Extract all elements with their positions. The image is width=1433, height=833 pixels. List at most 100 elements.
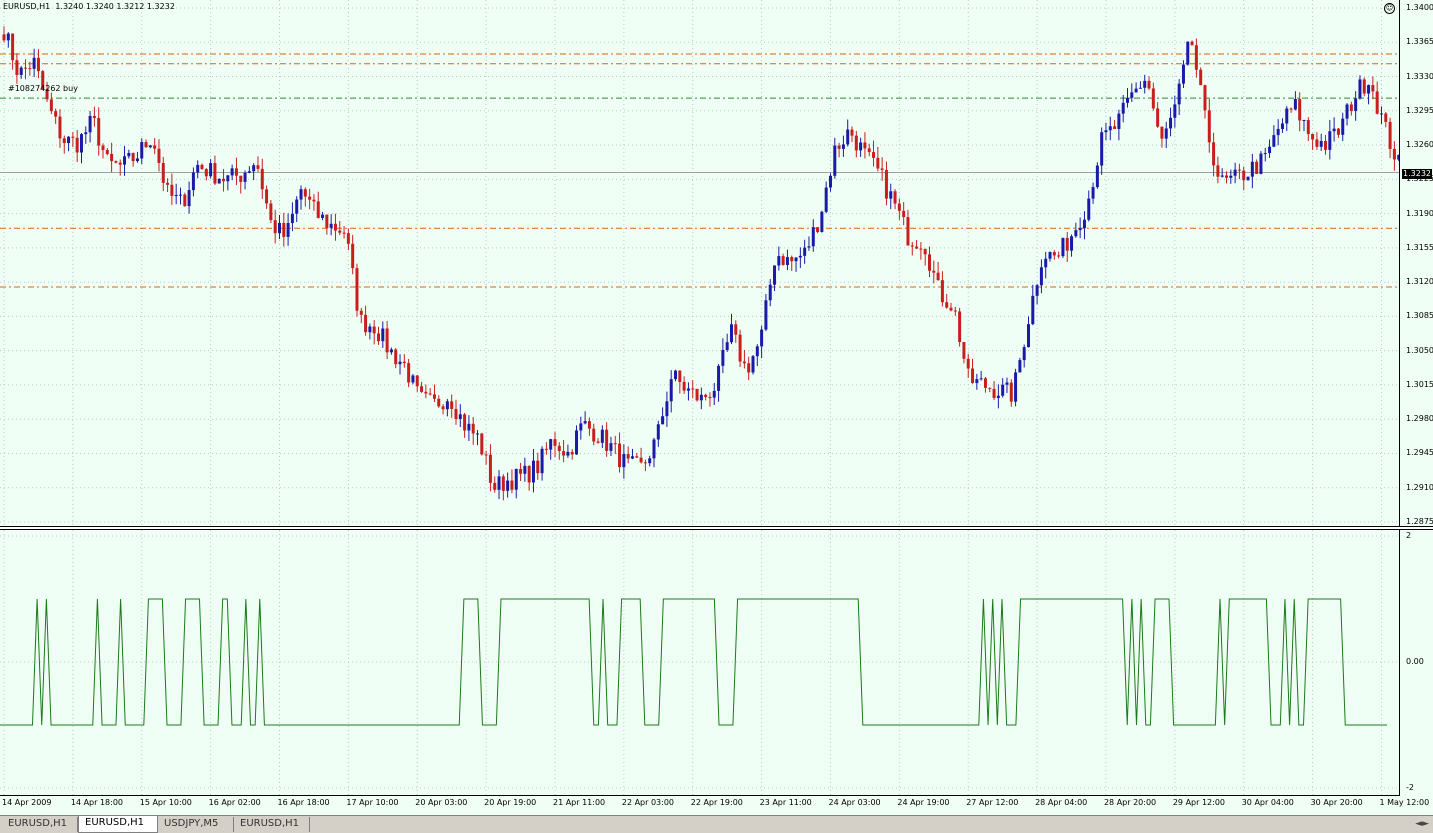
candlestick-chart[interactable] [0,0,1399,526]
candle-body [1237,169,1241,171]
price-tick-label: 1.3190 [1406,208,1433,218]
candle-body [751,356,755,373]
candle [1130,83,1134,103]
time-tick-label: 28 Apr 20:00 [1103,798,1157,807]
candle-body [510,480,514,490]
candle [377,326,381,345]
candle [1212,132,1216,177]
candle [824,181,828,214]
candle [213,155,217,186]
candle-body [1289,108,1293,110]
candle [1156,102,1160,128]
price-tick-label: 1.3050 [1406,345,1433,355]
candle-body [773,265,777,285]
indicator-scale[interactable]: 2 0.00 -2 [1400,530,1433,795]
candle-body [484,454,488,456]
candle-body [794,257,798,262]
candle-body [747,363,751,373]
candle [613,435,617,455]
candle [945,293,949,309]
candle [178,187,182,205]
candle [738,329,742,367]
order-label[interactable]: #108274262 buy [8,84,78,94]
time-tick-label: 15 Apr 10:00 [139,798,192,807]
candle-body [411,375,415,383]
candle-body [213,163,217,184]
candle [880,157,884,181]
candle [79,132,83,164]
candle-body [1293,98,1297,110]
candle [1388,117,1392,159]
candle-body [364,314,368,333]
candle-body [841,144,845,149]
candle [884,161,888,206]
candle-body [846,129,850,145]
candle-body [191,172,195,191]
candle [519,462,523,481]
candle [936,261,940,281]
candle-body [1156,108,1160,127]
candle-body [252,165,256,172]
candle-body [32,57,36,69]
candle [630,448,634,460]
candle [333,213,337,241]
candle-body [1384,113,1388,122]
candle-body [971,368,975,384]
candle-body [450,401,454,409]
price-tick-label: 1.3365 [1406,37,1433,47]
candle [971,358,975,384]
price-scale[interactable]: 1.34001.33651.33301.32951.32601.32251.31… [1400,0,1433,526]
candle-body [725,342,729,351]
candle [889,183,893,210]
candle [557,442,561,460]
candle [92,106,96,127]
candle-body [273,220,277,234]
candle [273,209,277,244]
candle-body [441,406,445,410]
candle [1074,222,1078,238]
candle-body [15,60,19,75]
chart-tab[interactable]: EURUSD,H1 [78,816,158,833]
candle-body [1082,219,1086,229]
candle [265,185,269,209]
candle-body [966,358,970,369]
chart-tab[interactable]: USDJPY,M5 [158,817,234,832]
candle [407,358,411,388]
chart-tab[interactable]: EURUSD,H1 [2,817,78,832]
time-tick-label: 20 Apr 03:00 [415,798,468,807]
candle-body [415,375,419,387]
candle-body [420,386,424,392]
candle-body [316,201,320,218]
candle-body [394,349,398,365]
candle [308,188,312,210]
candle-body [226,175,230,182]
chart-tab[interactable]: EURUSD,H1 [234,817,310,832]
scroll-arrows-icon[interactable]: ◄► [1415,817,1429,831]
candle-body [872,152,876,158]
indicator-chart[interactable] [0,530,1399,795]
candle [6,32,10,48]
candle-body [114,161,118,163]
candle-body [480,433,484,455]
candle [1126,88,1130,108]
candle [725,333,729,352]
candle [1039,259,1043,294]
candle-body [979,378,983,380]
candle-body [544,448,548,450]
price-chart-panel[interactable]: EURUSD,H1 1.3240 1.3240 1.3212 1.3232 #1… [0,0,1400,526]
candle-body [299,189,303,200]
candle-body [880,168,884,170]
candle [303,187,307,207]
candle [1078,217,1082,239]
time-axis[interactable]: 14 Apr 2009 14 Apr 18:00 15 Apr 10:00 16 Ap… [0,795,1429,815]
candle [234,157,238,186]
candle [1001,378,1005,398]
candle [729,313,733,345]
candle-body [940,280,944,303]
candle [760,325,764,359]
indicator-panel[interactable] [0,530,1400,795]
chart-tab-bar: ◄► EURUSD,H1 EURUSD,H1 USDJPY,M5 EURUSD,H1 [0,815,1433,833]
candle-body [889,191,893,199]
candle [191,167,195,197]
candle-body [902,210,906,218]
